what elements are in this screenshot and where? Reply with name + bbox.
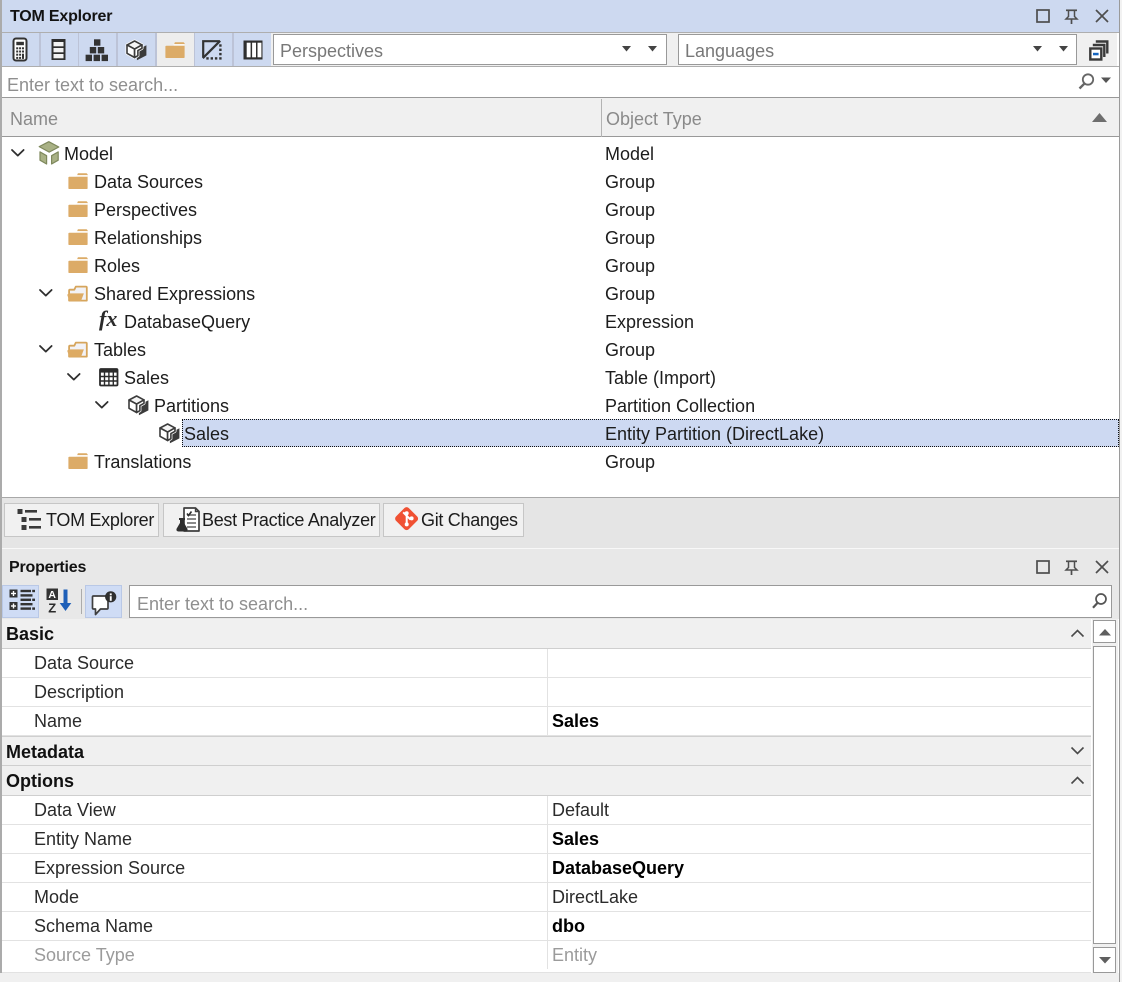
svg-text:A: A (48, 589, 56, 601)
svg-text:Z: Z (48, 601, 56, 616)
